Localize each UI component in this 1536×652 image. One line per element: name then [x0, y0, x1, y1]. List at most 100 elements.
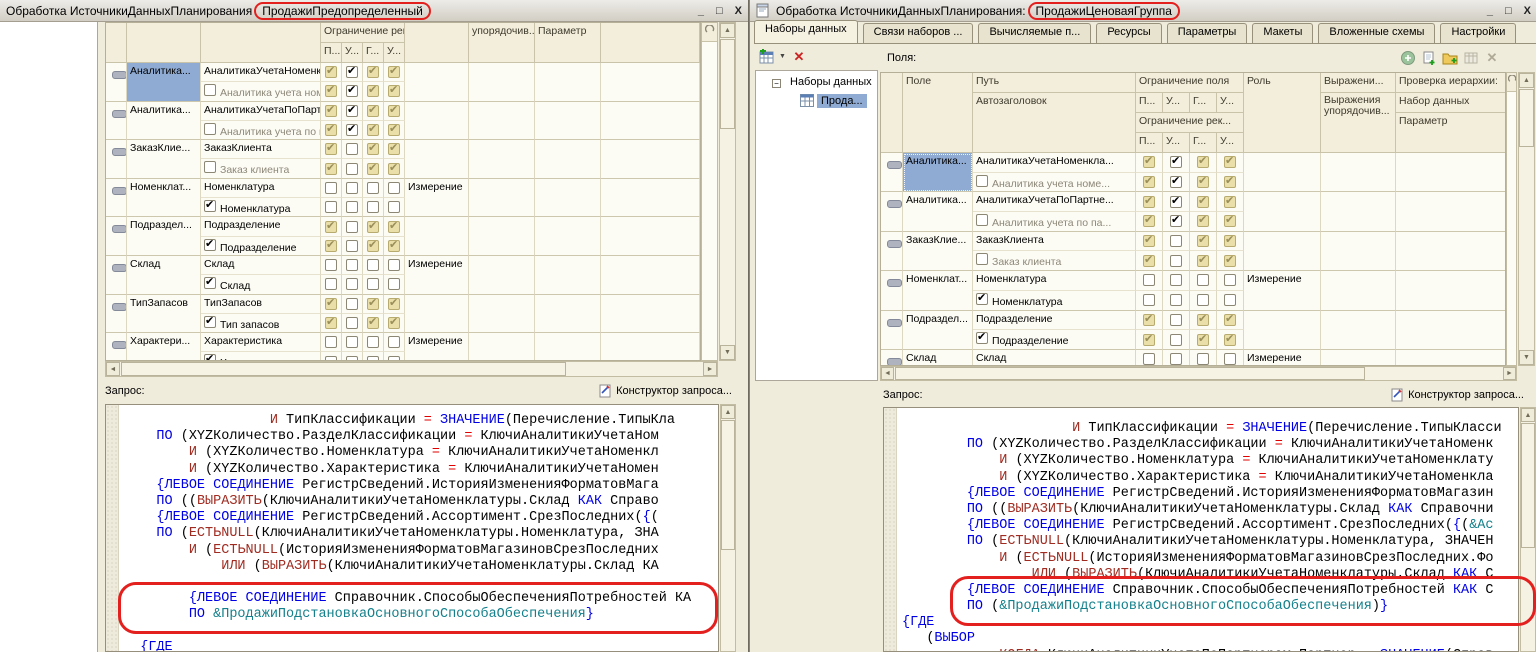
checkbox[interactable] [1170, 235, 1182, 247]
add-copy-document-icon[interactable] [1421, 50, 1437, 66]
checkbox[interactable]: ✔ [1197, 235, 1209, 247]
autotitle-cell[interactable]: Заказ клиента [973, 251, 1136, 271]
path-cell[interactable]: Склад [973, 350, 1136, 366]
checkbox[interactable] [388, 336, 400, 348]
checkbox[interactable] [1197, 294, 1209, 306]
checkbox[interactable]: ✔ [1224, 255, 1236, 267]
grid-cell[interactable]: ✔ [1136, 311, 1163, 331]
query-builder-link[interactable]: Конструктор запроса... [1391, 388, 1524, 402]
checkbox[interactable]: ✔ [976, 293, 988, 305]
grid-cell[interactable] [1190, 350, 1217, 366]
grid-cell[interactable] [342, 295, 363, 314]
grid-cell[interactable] [535, 140, 601, 179]
role-cell[interactable] [1244, 153, 1321, 192]
checkbox[interactable] [346, 201, 358, 213]
grid-cell[interactable]: ✔ [321, 102, 342, 121]
checkbox[interactable]: ✔ [388, 85, 400, 97]
checkbox[interactable]: ✔ [1143, 156, 1155, 168]
grid-cell[interactable]: ✔ [321, 295, 342, 314]
grid-cell[interactable] [1217, 291, 1244, 311]
grid-cell[interactable] [469, 179, 535, 218]
grid-cell[interactable] [535, 102, 601, 141]
field-name-cell[interactable]: ТипЗапасов [127, 295, 201, 334]
checkbox[interactable] [1170, 314, 1182, 326]
checkbox[interactable]: ✔ [388, 124, 400, 136]
checkbox[interactable] [346, 221, 358, 233]
grid-cell[interactable] [1396, 153, 1506, 192]
autotitle-cell[interactable]: ✔Характеристика [201, 352, 321, 361]
grid-cell[interactable] [535, 333, 601, 361]
grid-cell[interactable] [1217, 350, 1244, 366]
checkbox[interactable] [976, 214, 988, 226]
grid-cell[interactable] [1321, 192, 1396, 231]
scroll-down-icon[interactable]: ▼ [1519, 350, 1534, 365]
grid-cell[interactable] [384, 179, 405, 198]
checkbox[interactable]: ✔ [367, 240, 379, 252]
delete-x-icon[interactable]: ✕ [791, 49, 807, 65]
grid-cell[interactable] [535, 256, 601, 295]
grid-cell[interactable]: ✔ [363, 314, 384, 333]
grid-cell[interactable] [1217, 271, 1244, 291]
grid-cell[interactable] [342, 217, 363, 236]
datasets-tree[interactable]: − Наборы данных Прода... [755, 70, 878, 381]
autotitle-cell[interactable]: Аналитика учета по па... [201, 121, 321, 140]
checkbox[interactable]: ✔ [367, 221, 379, 233]
checkbox[interactable]: ✔ [1143, 255, 1155, 267]
checkbox[interactable]: ✔ [325, 124, 337, 136]
maximize-button[interactable]: □ [1505, 5, 1512, 17]
autotitle-cell[interactable]: ✔Номенклатура [201, 198, 321, 217]
autotitle-cell[interactable]: Аналитика учета номе... [973, 173, 1136, 193]
grid-cell[interactable] [342, 333, 363, 352]
grid-cell[interactable] [321, 352, 342, 361]
checkbox[interactable] [346, 259, 358, 271]
path-cell[interactable]: Номенклатура [201, 179, 321, 198]
checkbox[interactable]: ✔ [367, 143, 379, 155]
field-name-cell[interactable]: Номенклат... [903, 271, 973, 310]
grid-cell[interactable] [342, 237, 363, 256]
grid-cell[interactable]: ✔ [1163, 173, 1190, 193]
grid-cell[interactable] [1136, 350, 1163, 366]
grid-cell[interactable] [535, 179, 601, 218]
checkbox[interactable] [346, 163, 358, 175]
checkbox[interactable] [976, 253, 988, 265]
checkbox[interactable]: ✔ [388, 298, 400, 310]
checkbox[interactable]: ✔ [1224, 334, 1236, 346]
grid-cell[interactable] [342, 179, 363, 198]
checkbox[interactable]: ✔ [1143, 314, 1155, 326]
add-table-icon[interactable] [1463, 50, 1479, 66]
checkbox[interactable]: ✔ [346, 124, 358, 136]
titlebar-right[interactable]: Обработка ИсточникиДанныхПланирования:Пр… [750, 0, 1536, 22]
grid-cell[interactable] [1396, 271, 1506, 310]
autotitle-cell[interactable]: ✔Подразделение [201, 237, 321, 256]
grid-cell[interactable] [384, 333, 405, 352]
checkbox[interactable]: ✔ [204, 200, 216, 212]
role-cell[interactable] [405, 140, 469, 179]
path-cell[interactable]: АналитикаУчетаПоПартне... [973, 192, 1136, 212]
grid-cell[interactable] [384, 198, 405, 217]
fields-hscrollbar[interactable]: ◄ ► [105, 361, 718, 377]
grid-cell[interactable] [469, 140, 535, 179]
autotitle-cell[interactable]: Аналитика учета номе... [201, 82, 321, 101]
grid-cell[interactable] [1321, 311, 1396, 350]
grid-cell[interactable] [469, 256, 535, 295]
grid-cell[interactable] [321, 198, 342, 217]
role-cell[interactable]: Измерение [1244, 350, 1321, 366]
titlebar-left[interactable]: Обработка ИсточникиДанныхПланированияПро… [0, 0, 748, 22]
checkbox[interactable]: ✔ [1143, 334, 1155, 346]
grid-cell[interactable]: ✔ [363, 295, 384, 314]
field-name-cell[interactable]: Склад [903, 350, 973, 366]
tab-1[interactable]: Наборы данных [754, 20, 858, 43]
grid-cell[interactable]: ✔ [321, 217, 342, 236]
checkbox[interactable] [346, 336, 358, 348]
autotitle-cell[interactable]: ✔Подразделение [973, 330, 1136, 350]
checkbox[interactable]: ✔ [1143, 235, 1155, 247]
field-name-cell[interactable]: ЗаказКлие... [127, 140, 201, 179]
checkbox[interactable]: ✔ [325, 240, 337, 252]
scroll-up-icon[interactable]: ▲ [720, 23, 735, 38]
checkbox[interactable]: ✔ [325, 163, 337, 175]
checkbox[interactable] [1143, 294, 1155, 306]
row-marker[interactable] [881, 192, 903, 231]
grid-cell[interactable] [1396, 232, 1506, 271]
field-name-cell[interactable]: Подраздел... [127, 217, 201, 256]
checkbox[interactable]: ✔ [1197, 255, 1209, 267]
